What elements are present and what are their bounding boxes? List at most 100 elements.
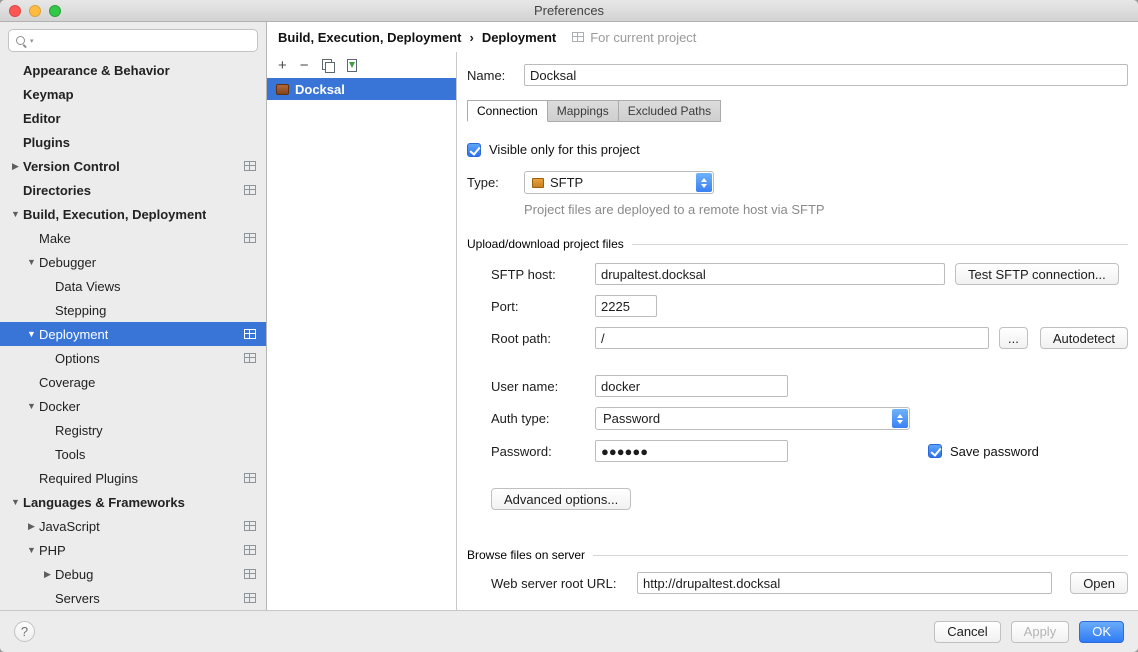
chevron-down-icon[interactable]: ▼ bbox=[24, 329, 39, 339]
list-item-docksal[interactable]: Docksal bbox=[267, 78, 456, 100]
user-name-label: User name: bbox=[491, 379, 595, 394]
browse-section-header: Browse files on server bbox=[467, 548, 1128, 562]
sftp-host-input[interactable] bbox=[595, 263, 945, 285]
zoom-button[interactable] bbox=[49, 5, 61, 17]
chevron-down-icon[interactable]: ▼ bbox=[24, 401, 39, 411]
chevron-down-icon[interactable]: ▼ bbox=[8, 209, 23, 219]
breadcrumb-separator: › bbox=[469, 30, 473, 45]
sidebar-item-plugins[interactable]: Plugins bbox=[0, 130, 266, 154]
sidebar-item-php[interactable]: ▼PHP bbox=[0, 538, 266, 562]
sidebar-item-make[interactable]: Make bbox=[0, 226, 266, 250]
sidebar-item-build-execution-deployment[interactable]: ▼Build, Execution, Deployment bbox=[0, 202, 266, 226]
remove-icon[interactable]: − bbox=[300, 58, 309, 73]
project-scope-icon bbox=[244, 233, 256, 243]
auth-type-select[interactable]: Password bbox=[595, 407, 910, 430]
sidebar-item-editor[interactable]: Editor bbox=[0, 106, 266, 130]
sidebar-item-appearance-behavior[interactable]: Appearance & Behavior bbox=[0, 58, 266, 82]
footer-bar: ? Cancel Apply OK bbox=[0, 610, 1138, 652]
chevron-down-icon[interactable]: ▼ bbox=[24, 257, 39, 267]
sidebar-item-version-control[interactable]: ▶Version Control bbox=[0, 154, 266, 178]
tab-excluded-paths[interactable]: Excluded Paths bbox=[619, 100, 721, 122]
paste-icon[interactable] bbox=[347, 59, 357, 72]
chevron-right-icon[interactable]: ▶ bbox=[8, 161, 23, 172]
chevron-right-icon[interactable]: ▶ bbox=[40, 569, 55, 580]
breadcrumb-item-build-execution-deployment[interactable]: Build, Execution, Deployment bbox=[278, 30, 461, 45]
type-select[interactable]: SFTP bbox=[524, 171, 714, 194]
add-icon[interactable]: + bbox=[278, 58, 287, 73]
sidebar-item-label: Servers bbox=[55, 591, 100, 606]
deployment-list: Docksal bbox=[267, 78, 456, 610]
sidebar-item-docker[interactable]: ▼Docker bbox=[0, 394, 266, 418]
apply-button[interactable]: Apply bbox=[1011, 621, 1070, 643]
sidebar-item-label: Deployment bbox=[39, 327, 108, 342]
sidebar-item-stepping[interactable]: Stepping bbox=[0, 298, 266, 322]
project-scope-icon bbox=[244, 353, 256, 363]
tab-mappings[interactable]: Mappings bbox=[548, 100, 619, 122]
port-row: Port: bbox=[467, 295, 1128, 317]
visible-only-label: Visible only for this project bbox=[489, 142, 640, 157]
settings-search[interactable]: ▾ bbox=[8, 29, 258, 52]
sidebar-item-data-views[interactable]: Data Views bbox=[0, 274, 266, 298]
sidebar-item-label: Editor bbox=[23, 111, 61, 126]
ok-button[interactable]: OK bbox=[1079, 621, 1124, 643]
search-options-chevron-icon[interactable]: ▾ bbox=[30, 37, 34, 45]
visible-only-checkbox[interactable] bbox=[467, 143, 481, 157]
chevron-right-icon[interactable]: ▶ bbox=[24, 521, 39, 532]
test-sftp-connection-button[interactable]: Test SFTP connection... bbox=[955, 263, 1119, 285]
list-item-label: Docksal bbox=[295, 82, 345, 97]
autodetect-button[interactable]: Autodetect bbox=[1040, 327, 1128, 349]
search-icon bbox=[15, 35, 27, 47]
save-password-checkbox[interactable] bbox=[928, 444, 942, 458]
name-input[interactable] bbox=[524, 64, 1128, 86]
sidebar-item-tools[interactable]: Tools bbox=[0, 442, 266, 466]
minimize-button[interactable] bbox=[29, 5, 41, 17]
scope-label: For current project bbox=[590, 30, 696, 45]
sidebar-item-options[interactable]: Options bbox=[0, 346, 266, 370]
dropdown-stepper-icon bbox=[696, 173, 712, 192]
sidebar-item-debugger[interactable]: ▼Debugger bbox=[0, 250, 266, 274]
copy-icon[interactable] bbox=[322, 59, 334, 72]
search-input[interactable] bbox=[37, 33, 251, 48]
port-input[interactable] bbox=[595, 295, 657, 317]
password-input[interactable] bbox=[595, 440, 788, 462]
sidebar-item-languages-frameworks[interactable]: ▼Languages & Frameworks bbox=[0, 490, 266, 514]
sftp-icon bbox=[532, 178, 544, 188]
help-button[interactable]: ? bbox=[14, 621, 35, 642]
sidebar-item-directories[interactable]: Directories bbox=[0, 178, 266, 202]
web-root-input[interactable] bbox=[637, 572, 1052, 594]
browse-section-title: Browse files on server bbox=[467, 548, 585, 562]
advanced-options-button[interactable]: Advanced options... bbox=[491, 488, 631, 510]
port-label: Port: bbox=[491, 299, 595, 314]
titlebar[interactable]: Preferences bbox=[0, 0, 1138, 22]
sidebar-item-coverage[interactable]: Coverage bbox=[0, 370, 266, 394]
project-scope-icon bbox=[572, 32, 584, 42]
type-help-text: Project files are deployed to a remote h… bbox=[524, 202, 1128, 217]
name-label: Name: bbox=[467, 68, 524, 83]
root-path-input[interactable] bbox=[595, 327, 989, 349]
sidebar-item-label: Languages & Frameworks bbox=[23, 495, 185, 510]
deployment-body: +− Docksal Name: ConnectionMappingsExclu… bbox=[267, 52, 1138, 610]
chevron-down-icon[interactable]: ▼ bbox=[24, 545, 39, 555]
sidebar-item-debug[interactable]: ▶Debug bbox=[0, 562, 266, 586]
sidebar-item-label: Keymap bbox=[23, 87, 74, 102]
sidebar-item-keymap[interactable]: Keymap bbox=[0, 82, 266, 106]
settings-sidebar: ▾ Appearance & Behavior Keymap Editor Plugi… bbox=[0, 22, 267, 610]
open-button[interactable]: Open bbox=[1070, 572, 1128, 594]
chevron-down-icon[interactable]: ▼ bbox=[8, 497, 23, 507]
cancel-button[interactable]: Cancel bbox=[934, 621, 1000, 643]
user-name-input[interactable] bbox=[595, 375, 788, 397]
sftp-host-label: SFTP host: bbox=[491, 267, 595, 282]
settings-tree: Appearance & Behavior Keymap Editor Plugins… bbox=[0, 54, 266, 610]
sidebar-item-deployment[interactable]: ▼Deployment bbox=[0, 322, 266, 346]
sidebar-item-required-plugins[interactable]: Required Plugins bbox=[0, 466, 266, 490]
close-button[interactable] bbox=[9, 5, 21, 17]
tab-connection[interactable]: Connection bbox=[467, 100, 548, 122]
sidebar-item-servers[interactable]: Servers bbox=[0, 586, 266, 610]
sidebar-item-registry[interactable]: Registry bbox=[0, 418, 266, 442]
browse-root-path-button[interactable]: ... bbox=[999, 327, 1028, 349]
breadcrumb-item-deployment[interactable]: Deployment bbox=[482, 30, 556, 45]
password-row: Password: Save password bbox=[467, 440, 1128, 462]
sidebar-item-javascript[interactable]: ▶JavaScript bbox=[0, 514, 266, 538]
type-select-value: SFTP bbox=[550, 175, 583, 190]
user-name-row: User name: bbox=[467, 375, 1128, 397]
